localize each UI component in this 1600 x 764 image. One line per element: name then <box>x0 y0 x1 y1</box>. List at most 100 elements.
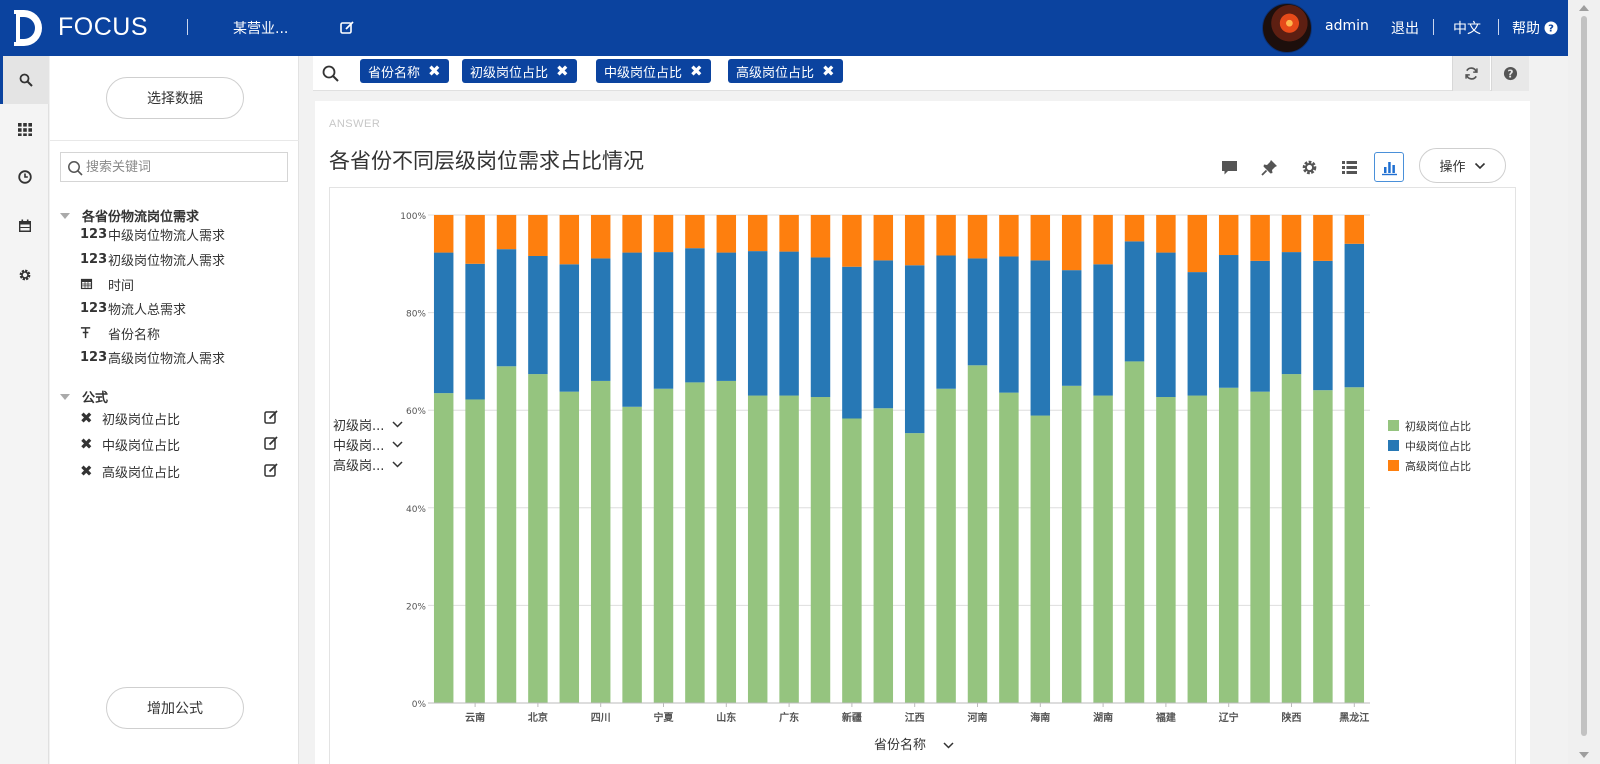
bar-segment[interactable] <box>1061 385 1082 703</box>
bar-segment[interactable] <box>1030 215 1051 261</box>
bar-segment[interactable] <box>967 365 988 703</box>
search-icon[interactable] <box>322 65 339 82</box>
bar-segment[interactable] <box>967 258 988 366</box>
table-view-button[interactable] <box>1334 152 1364 182</box>
bar-segment[interactable] <box>810 257 831 398</box>
bar-segment[interactable] <box>1344 243 1365 388</box>
bar-segment[interactable] <box>842 418 862 703</box>
legend-label[interactable]: 高级岗位占比 <box>1405 459 1471 473</box>
bar-segment[interactable] <box>1250 391 1270 703</box>
bar-segment[interactable] <box>433 393 454 703</box>
bar-segment[interactable] <box>967 215 988 259</box>
bar-segment[interactable] <box>1218 215 1239 256</box>
bar-segment[interactable] <box>653 388 674 703</box>
scroll-down-arrow-icon[interactable] <box>1579 752 1589 758</box>
bar-segment[interactable] <box>465 263 485 400</box>
logout-link[interactable]: 退出 <box>1391 18 1419 38</box>
bar-segment[interactable] <box>559 215 580 265</box>
bar-segment[interactable] <box>1061 215 1082 271</box>
formula-item[interactable]: ✖ 中级岗位占比 <box>80 434 280 454</box>
bar-segment[interactable] <box>1218 387 1239 703</box>
scrollbar-thumb[interactable] <box>1581 16 1587 736</box>
bar-segment[interactable] <box>559 391 580 703</box>
workspace-name[interactable]: 某营业... <box>233 18 288 38</box>
rail-calendar[interactable] <box>0 202 49 250</box>
edit-formula-icon[interactable] <box>264 463 278 477</box>
bar-segment[interactable] <box>465 399 485 703</box>
bar-segment[interactable] <box>465 215 485 264</box>
bar-segment[interactable] <box>622 252 642 407</box>
bar-segment[interactable] <box>1124 241 1145 362</box>
chevron-down-icon[interactable] <box>392 461 403 468</box>
legend-label[interactable]: 中级岗位占比 <box>1405 439 1471 453</box>
bar-segment[interactable] <box>716 380 737 703</box>
focus-logo-icon[interactable] <box>10 8 48 48</box>
bar-segment[interactable] <box>999 215 1019 257</box>
bar-segment[interactable] <box>590 258 611 381</box>
bar-segment[interactable] <box>716 252 737 381</box>
bar-segment[interactable] <box>653 215 674 253</box>
bar-segment[interactable] <box>685 248 705 383</box>
bar-segment[interactable] <box>1124 361 1145 703</box>
bar-segment[interactable] <box>842 215 862 267</box>
rail-settings[interactable] <box>0 251 49 299</box>
edit-formula-icon[interactable] <box>264 410 278 424</box>
bar-segment[interactable] <box>747 251 768 396</box>
formula-item[interactable]: ✖ 初级岗位占比 <box>80 408 280 428</box>
field-item[interactable]: 123 高级岗位物流人需求 <box>80 347 225 367</box>
field-item[interactable]: 123 初级岗位物流人需求 <box>80 249 225 269</box>
bar-segment[interactable] <box>1187 272 1208 396</box>
bar-segment[interactable] <box>528 255 548 375</box>
rail-search[interactable] <box>0 56 49 104</box>
bar-segment[interactable] <box>685 215 705 249</box>
bar-segment[interactable] <box>622 215 642 253</box>
bar-segment[interactable] <box>1313 260 1333 391</box>
bar-segment[interactable] <box>496 215 517 250</box>
bar-segment[interactable] <box>1124 215 1145 242</box>
bar-segment[interactable] <box>936 388 956 703</box>
bar-segment[interactable] <box>1281 374 1302 703</box>
bar-segment[interactable] <box>936 255 956 389</box>
username[interactable]: admin <box>1325 18 1369 34</box>
bar-segment[interactable] <box>496 249 517 367</box>
select-data-button[interactable]: 选择数据 <box>106 77 244 119</box>
bar-segment[interactable] <box>653 252 674 389</box>
refresh-button[interactable] <box>1452 56 1490 91</box>
bar-segment[interactable] <box>528 374 548 703</box>
edit-formula-icon[interactable] <box>264 436 278 450</box>
remove-chip-icon[interactable]: ✖ <box>556 62 569 80</box>
bar-segment[interactable] <box>904 265 925 434</box>
bar-segment[interactable] <box>1313 215 1333 261</box>
bar-segment[interactable] <box>622 406 642 703</box>
bar-segment[interactable] <box>590 380 611 703</box>
bar-segment[interactable] <box>779 215 799 252</box>
formula-group[interactable]: 公式 <box>60 387 108 406</box>
search-token-chip[interactable]: 初级岗位占比 ✖ <box>462 59 577 83</box>
bar-segment[interactable] <box>1156 252 1176 398</box>
chevron-down-icon[interactable] <box>943 742 954 749</box>
rail-history[interactable] <box>0 153 49 201</box>
bar-segment[interactable] <box>842 266 862 419</box>
bar-segment[interactable] <box>810 397 831 703</box>
bar-segment[interactable] <box>1281 215 1302 253</box>
legend-label[interactable]: 初级岗位占比 <box>1405 419 1471 433</box>
bar-segment[interactable] <box>873 408 894 703</box>
y-series-selector[interactable]: 中级岗... <box>333 439 384 454</box>
x-axis-title[interactable]: 省份名称 <box>874 737 926 753</box>
settings-button[interactable] <box>1294 152 1324 182</box>
bar-segment[interactable] <box>1030 415 1051 703</box>
bar-segment[interactable] <box>1344 215 1365 244</box>
field-item[interactable]: 时间 <box>80 274 134 294</box>
scroll-up-arrow-icon[interactable] <box>1579 5 1589 11</box>
remove-chip-icon[interactable]: ✖ <box>428 62 441 80</box>
comment-button[interactable] <box>1214 152 1244 182</box>
remove-chip-icon[interactable]: ✖ <box>822 62 835 80</box>
chevron-down-icon[interactable] <box>392 441 403 448</box>
bar-segment[interactable] <box>1187 395 1208 703</box>
avatar[interactable] <box>1262 3 1312 53</box>
pin-button[interactable] <box>1254 152 1284 182</box>
bar-segment[interactable] <box>590 215 611 259</box>
bar-segment[interactable] <box>1030 260 1051 416</box>
rail-apps[interactable] <box>0 105 49 153</box>
help-button[interactable]: ? <box>1491 56 1529 91</box>
